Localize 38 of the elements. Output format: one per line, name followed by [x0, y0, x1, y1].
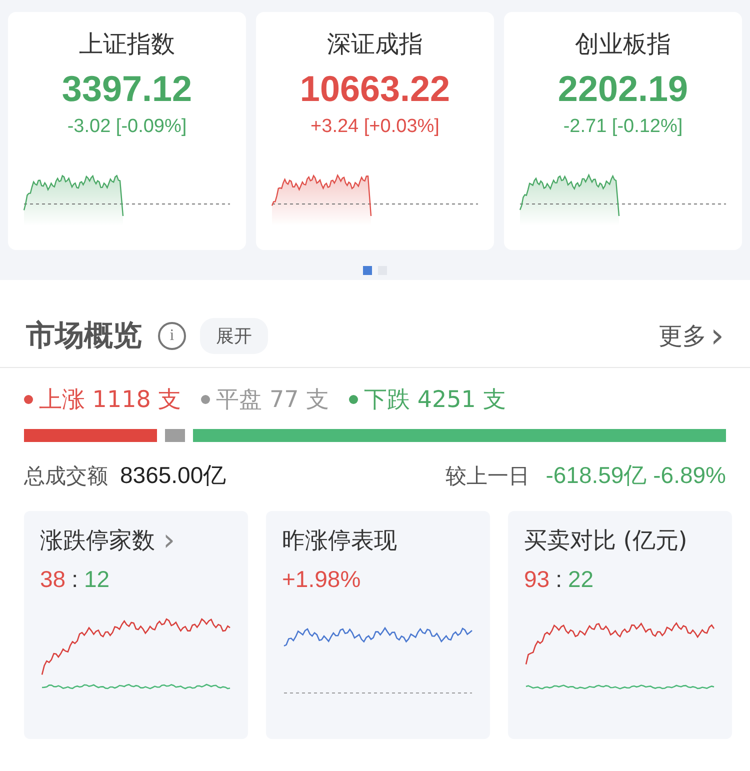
stat-value: :: [556, 566, 562, 593]
card-title: 涨跌停家数: [40, 527, 155, 556]
legend-label: 下跌 4251 支: [364, 386, 506, 415]
more-link[interactable]: 更多: [658, 320, 706, 352]
index-change: +3.24 [+0.03%]: [310, 116, 440, 138]
stat-value: 22: [568, 566, 594, 593]
legend-label: 平盘 77 支: [216, 386, 330, 415]
turnover-change: -618.59亿 -6.89%: [546, 461, 726, 490]
turnover-value: 8365.00亿: [120, 461, 226, 490]
flat-segment: [165, 429, 186, 442]
stat-value: 38: [40, 566, 66, 593]
index-name: 上证指数: [79, 29, 175, 60]
index-name: 深证成指: [327, 29, 423, 60]
index-card[interactable]: 创业板指 2202.19 -2.71 [-0.12%]: [504, 12, 742, 250]
section-title: 市场概览: [26, 316, 142, 354]
index-value: 3397.12: [62, 68, 192, 110]
index-card[interactable]: 深证成指 10663.22 +3.24 [+0.03%]: [256, 12, 494, 250]
card-title: 买卖对比 (亿元): [524, 527, 688, 556]
index-change: -3.02 [-0.09%]: [67, 116, 187, 138]
turnover-label: 总成交额: [24, 463, 108, 490]
card-title: 昨涨停表现: [282, 527, 397, 556]
legend-label: 上涨 1118 支: [39, 386, 182, 415]
stat-value: 12: [84, 566, 110, 593]
compare-label: 较上一日: [446, 463, 530, 490]
stat-value: :: [72, 566, 78, 593]
index-value: 2202.19: [558, 68, 688, 110]
chevron-right-icon[interactable]: ›: [710, 318, 724, 352]
stat-card[interactable]: 涨跌停家数 › 38 : 12: [24, 511, 248, 739]
index-name: 创业板指: [575, 29, 671, 60]
index-card[interactable]: 上证指数 3397.12 -3.02 [-0.09%]: [8, 12, 246, 250]
stat-card[interactable]: 昨涨停表现 +1.98%: [266, 511, 490, 739]
stat-value: 93: [524, 566, 550, 593]
stat-card[interactable]: 买卖对比 (亿元) 93 : 22: [508, 511, 732, 739]
info-icon[interactable]: i: [158, 322, 186, 350]
index-value: 10663.22: [300, 68, 450, 110]
stat-value: +1.98%: [282, 566, 361, 593]
expand-button[interactable]: 展开: [200, 318, 268, 354]
index-change: -2.71 [-0.12%]: [563, 116, 683, 138]
